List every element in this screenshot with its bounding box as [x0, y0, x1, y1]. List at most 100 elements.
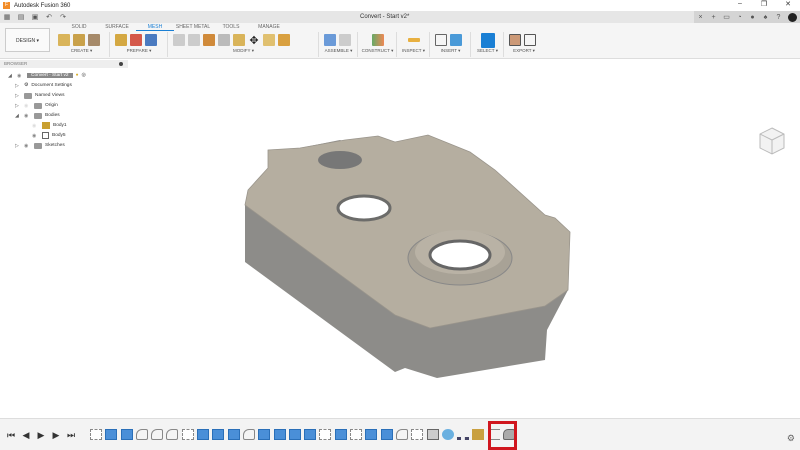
timeline-extrude-icon[interactable]	[380, 429, 393, 440]
expand-icon[interactable]: ▷	[15, 103, 21, 109]
insert-derive-icon[interactable]	[435, 34, 447, 46]
insert-mesh-icon[interactable]	[58, 34, 70, 46]
step-forward-button[interactable]: ▶	[51, 430, 61, 441]
timeline-shell-icon[interactable]	[426, 429, 439, 440]
scale-icon[interactable]	[263, 34, 275, 46]
plane-cut-icon[interactable]	[173, 34, 185, 46]
timeline-sketch-icon[interactable]	[350, 429, 363, 440]
timeline-pattern-icon[interactable]	[457, 429, 470, 440]
expand-icon[interactable]: ◢	[8, 73, 14, 79]
new-tab-icon[interactable]: +	[707, 14, 720, 21]
help-icon[interactable]: ?	[772, 14, 785, 21]
browser-item-document-settings[interactable]: ▷ ⚙ Document Settings	[15, 81, 72, 90]
timeline-extrude-icon[interactable]	[258, 429, 271, 440]
tab-sheet-metal[interactable]: SHEET METAL	[174, 24, 212, 31]
browser-item-body5[interactable]: ◉ Body5	[32, 131, 66, 140]
timeline-extrude-icon[interactable]	[105, 429, 118, 440]
timeline-sketch-icon[interactable]	[90, 429, 102, 440]
insert-canvas-icon[interactable]	[450, 34, 462, 46]
notifications-icon[interactable]: ♠	[759, 14, 772, 21]
3d-print-icon[interactable]	[509, 34, 521, 46]
generate-face-groups-icon[interactable]	[130, 34, 142, 46]
eye-icon[interactable]: ◉	[32, 123, 39, 129]
smooth-icon[interactable]	[203, 34, 215, 46]
record-icon[interactable]: ◎	[82, 73, 86, 78]
maximize-button[interactable]: ❐	[752, 0, 776, 8]
eye-icon[interactable]: ◉	[24, 143, 31, 149]
export-menu[interactable]: EXPORT ▾	[505, 48, 543, 54]
expand-icon[interactable]: ▷	[15, 93, 21, 99]
tab-surface[interactable]: SURFACE	[98, 24, 136, 31]
reduce-icon[interactable]	[218, 34, 230, 46]
timeline-fillet-icon[interactable]	[135, 429, 148, 440]
joint-icon[interactable]	[339, 34, 351, 46]
tab-tools[interactable]: TOOLS	[212, 24, 250, 31]
browser-item-bodies[interactable]: ◢ ◉ Bodies	[15, 111, 60, 120]
timeline-fillet-icon[interactable]	[166, 429, 179, 440]
play-button[interactable]: ▶	[36, 430, 46, 441]
timeline-extrude-icon[interactable]	[304, 429, 317, 440]
view-cube[interactable]	[758, 124, 786, 160]
assemble-menu[interactable]: ASSEMBLE ▾	[320, 48, 357, 54]
convert-mesh-icon[interactable]	[278, 34, 290, 46]
online-icon[interactable]: ●	[746, 14, 759, 21]
timeline-sketch-icon[interactable]	[181, 429, 194, 440]
browser-root[interactable]: ◢ ◉ Convert - Start v2 ● ◎	[8, 71, 86, 80]
expand-icon[interactable]: ▷	[15, 143, 21, 149]
timeline-fillet-icon[interactable]	[242, 429, 255, 440]
timeline-extrude-icon[interactable]	[273, 429, 286, 440]
eye-icon[interactable]: ◉	[24, 103, 31, 109]
offset-plane-icon[interactable]	[371, 34, 384, 46]
export-icon[interactable]	[524, 34, 536, 46]
timeline-form-icon[interactable]	[441, 429, 454, 440]
go-to-end-button[interactable]: ⏭	[66, 430, 76, 441]
measure-icon[interactable]	[407, 38, 420, 42]
browser-item-body1[interactable]: ◉ Body1	[32, 121, 67, 130]
grid-menu-icon[interactable]: ▦	[0, 13, 14, 21]
browser-item-origin[interactable]: ▷ ◉ Origin	[15, 101, 58, 110]
timeline-extrude-icon[interactable]	[120, 429, 133, 440]
prepare-menu[interactable]: PREPARE ▾	[111, 48, 167, 54]
timeline-fillet-icon[interactable]	[151, 429, 164, 440]
tab-close-icon[interactable]: ×	[694, 14, 707, 21]
timeline-extrude-icon[interactable]	[334, 429, 347, 440]
remesh-icon[interactable]	[233, 34, 245, 46]
avatar[interactable]	[788, 12, 797, 22]
pin-icon[interactable]	[119, 62, 123, 66]
tab-mesh[interactable]: MESH	[136, 24, 174, 31]
redo-icon[interactable]: ↷	[56, 13, 70, 21]
minimize-button[interactable]: –	[728, 0, 752, 8]
new-component-icon[interactable]	[324, 34, 336, 46]
expand-icon[interactable]: ◢	[15, 113, 21, 119]
step-back-button[interactable]: ◀	[21, 430, 31, 441]
file-icon[interactable]: ▤	[14, 13, 28, 21]
document-tab[interactable]: Convert - Start v2*	[360, 11, 409, 23]
select-menu[interactable]: SELECT ▾	[472, 48, 503, 54]
timeline-joint-icon[interactable]	[472, 429, 485, 440]
timeline-sketch-icon[interactable]	[319, 429, 332, 440]
timeline-extrude-icon[interactable]	[365, 429, 378, 440]
timeline-extrude-icon[interactable]	[197, 429, 210, 440]
move-icon[interactable]: ✥	[248, 34, 260, 47]
select-icon[interactable]	[480, 32, 495, 48]
timeline-sketch-icon[interactable]	[411, 429, 424, 440]
tab-manage[interactable]: MANAGE	[250, 24, 288, 31]
browser-item-sketches[interactable]: ▷ ◉ Sketches	[15, 141, 65, 150]
timeline-extrude-icon[interactable]	[227, 429, 240, 440]
insert-menu[interactable]: INSERT ▾	[431, 48, 470, 54]
combine-face-groups-icon[interactable]	[145, 34, 157, 46]
undo-icon[interactable]: ↶	[42, 13, 56, 21]
eye-icon[interactable]: ◉	[17, 73, 24, 79]
go-to-start-button[interactable]: ⏮	[6, 430, 16, 441]
job-status-icon[interactable]: ◔	[733, 14, 746, 21]
shell-icon[interactable]	[188, 34, 200, 46]
repair-icon[interactable]	[115, 34, 127, 46]
inspect-menu[interactable]: INSPECT ▾	[398, 48, 429, 54]
tab-solid[interactable]: SOLID	[60, 24, 98, 31]
close-button[interactable]: ✕	[776, 0, 800, 8]
construct-menu[interactable]: CONSTRUCT ▾	[359, 48, 396, 54]
tessellate-icon[interactable]	[88, 34, 100, 46]
timeline-fillet-icon[interactable]	[395, 429, 408, 440]
browser-header[interactable]: BROWSER	[0, 60, 128, 68]
workspace-switcher[interactable]: DESIGN ▾	[5, 28, 50, 52]
